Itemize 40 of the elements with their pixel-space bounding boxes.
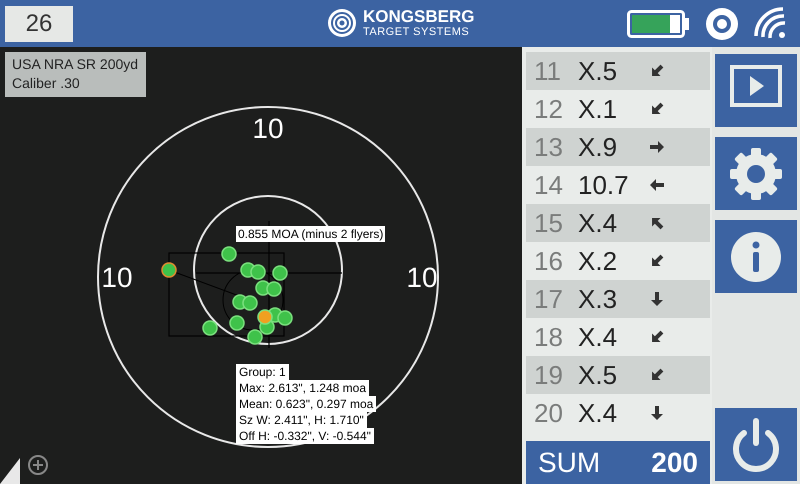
shot-number: 17 bbox=[534, 282, 564, 316]
target-icon bbox=[705, 6, 739, 40]
power-button[interactable] bbox=[715, 408, 797, 481]
sum-value: 200 bbox=[651, 446, 698, 480]
shot-number: 16 bbox=[534, 244, 564, 278]
shot-number: 14 bbox=[534, 168, 564, 202]
shot-number: 12 bbox=[534, 92, 564, 126]
caliber-label: Caliber .30 bbox=[12, 74, 81, 93]
shot-number: 18 bbox=[534, 320, 564, 354]
shot-score: X.9 bbox=[578, 130, 618, 164]
shot-score: X.3 bbox=[578, 282, 618, 316]
ring-score-label: 10 bbox=[101, 262, 133, 293]
shot-score: 10.7 bbox=[578, 168, 630, 202]
shot-score: X.5 bbox=[578, 358, 618, 392]
shot-score: X.1 bbox=[578, 92, 618, 126]
shot-score: X.5 bbox=[578, 54, 618, 88]
target-type-label: USA NRA SR 200yd bbox=[12, 55, 139, 74]
shot-number: 20 bbox=[534, 396, 564, 430]
shot-number: 15 bbox=[534, 206, 564, 240]
shot-score: X.2 bbox=[578, 244, 618, 278]
shot-score: X.4 bbox=[578, 206, 618, 240]
ring-score-label: 10 bbox=[252, 113, 284, 144]
shot-score: X.4 bbox=[578, 320, 618, 354]
shot-number: 19 bbox=[534, 358, 564, 392]
logo-icon bbox=[327, 8, 357, 38]
shot-number: 11 bbox=[534, 54, 562, 88]
info-button[interactable] bbox=[715, 220, 797, 293]
shot-number: 13 bbox=[534, 130, 564, 164]
sum-label: SUM bbox=[538, 446, 600, 480]
logo-tagline: TARGET SYSTEMS bbox=[363, 27, 470, 38]
shot-score: X.4 bbox=[578, 396, 618, 430]
battery-icon bbox=[627, 10, 691, 38]
ring-score-label: 10 bbox=[406, 262, 438, 293]
corner-tab bbox=[0, 458, 20, 484]
shot-count: 26 bbox=[5, 6, 73, 42]
logo-name: KONGSBERG bbox=[363, 8, 474, 25]
group-size-label: 0.855 MOA (minus 2 flyers) bbox=[236, 226, 386, 242]
add-icon bbox=[27, 454, 49, 476]
settings-button[interactable] bbox=[715, 137, 797, 210]
play-button[interactable] bbox=[715, 54, 797, 127]
